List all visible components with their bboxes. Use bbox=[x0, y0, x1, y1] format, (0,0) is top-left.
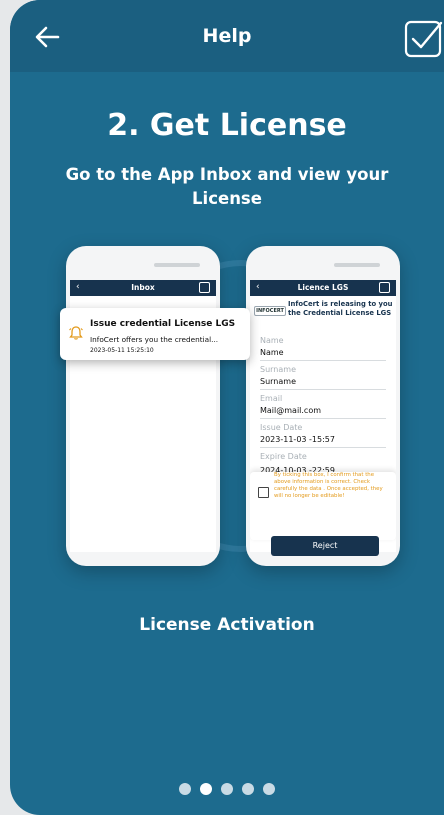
issuer-intro: InfoCert is releasing to you the Credent… bbox=[288, 300, 393, 317]
page-dot-3[interactable] bbox=[221, 783, 233, 795]
inbox-notification[interactable]: Issue credential License LGS InfoCert of… bbox=[60, 308, 250, 360]
divider bbox=[260, 360, 386, 361]
pagination-dots bbox=[10, 783, 444, 795]
divider bbox=[260, 447, 386, 448]
step-subtitle: Go to the App Inbox and view your Licens… bbox=[65, 165, 389, 208]
phone-speaker bbox=[154, 263, 200, 267]
field-label: Surname bbox=[260, 365, 296, 374]
page-dot-1[interactable] bbox=[179, 783, 191, 795]
page-title: Help bbox=[202, 25, 252, 47]
licence-screen: ‹ Licence LGS INFOCERT InfoCert is relea… bbox=[250, 280, 396, 552]
field-label: Name bbox=[260, 336, 284, 345]
phone-speaker bbox=[334, 263, 380, 267]
issuer-row: INFOCERT InfoCert is releasing to you th… bbox=[250, 298, 396, 324]
bell-icon bbox=[69, 326, 83, 340]
consent-panel: By ticking this box, I confirm that the … bbox=[250, 472, 396, 540]
infocert-logo: INFOCERT bbox=[254, 306, 286, 316]
licence-bar: ‹ Licence LGS bbox=[250, 280, 396, 296]
field-label: Issue Date bbox=[260, 423, 303, 432]
page-dot-2-active[interactable] bbox=[200, 783, 212, 795]
inbox-phone-mockup: ‹ Inbox bbox=[66, 246, 220, 566]
inbox-bar: ‹ Inbox bbox=[70, 280, 216, 296]
field-value: 2023-11-03 -15:57 bbox=[260, 435, 335, 444]
field-value: Surname bbox=[260, 377, 296, 386]
licence-bar-title: Licence LGS bbox=[297, 283, 349, 292]
inbox-bar-title: Inbox bbox=[131, 283, 155, 292]
checkbox-icon bbox=[379, 282, 390, 293]
notification-time: 2023-05-11 15:25:10 bbox=[90, 347, 154, 354]
slide-caption: License Activation bbox=[139, 615, 315, 635]
step-title: 2. Get License bbox=[107, 108, 347, 143]
licence-phone-mockup: ‹ Licence LGS INFOCERT InfoCert is relea… bbox=[246, 246, 400, 566]
field-label: Email bbox=[260, 394, 283, 403]
field-value: Mail@mail.com bbox=[260, 406, 322, 415]
checkbox-checked-icon[interactable] bbox=[404, 18, 444, 58]
notification-body: InfoCert offers you the credential... bbox=[90, 335, 219, 344]
divider bbox=[260, 418, 386, 419]
notification-title: Issue credential License LGS bbox=[90, 319, 236, 329]
consent-checkbox[interactable] bbox=[258, 487, 269, 498]
page-dot-4[interactable] bbox=[242, 783, 254, 795]
field-label: Expire Date bbox=[260, 452, 307, 461]
field-value: Name bbox=[260, 348, 284, 357]
help-screen: Help 2. Get License Go to the App Inbox … bbox=[10, 0, 444, 815]
reject-button[interactable]: Reject bbox=[271, 536, 379, 556]
checkbox-icon bbox=[199, 282, 210, 293]
page-dot-5[interactable] bbox=[263, 783, 275, 795]
header: Help bbox=[10, 0, 444, 72]
consent-text: By ticking this box, I confirm that the … bbox=[274, 472, 383, 499]
divider bbox=[260, 389, 386, 390]
